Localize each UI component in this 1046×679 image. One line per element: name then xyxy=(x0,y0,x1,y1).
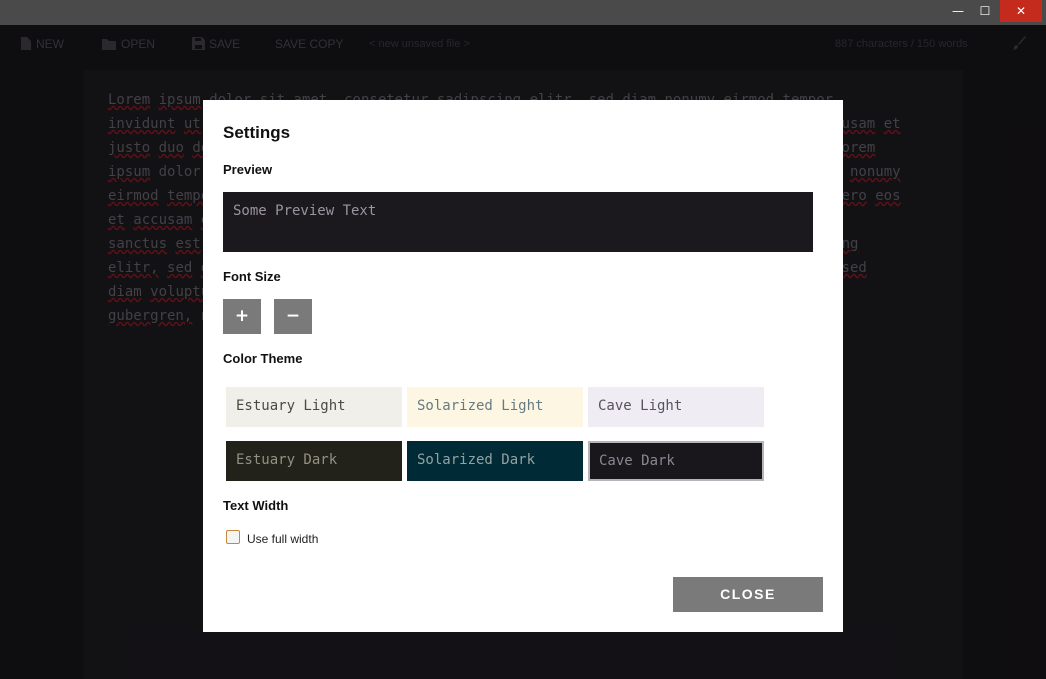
full-width-checkbox[interactable] xyxy=(226,530,240,544)
close-button[interactable]: CLOSE xyxy=(673,577,823,612)
window-close-button[interactable]: ✕ xyxy=(1000,0,1042,22)
text-width-label: Text Width xyxy=(223,498,289,513)
maximize-button[interactable]: ☐ xyxy=(971,0,999,22)
preview-box: Some Preview Text xyxy=(223,192,813,252)
font-size-label: Font Size xyxy=(223,269,281,284)
theme-option-cave-dark[interactable]: Cave Dark xyxy=(588,441,764,481)
theme-option-solarized-light[interactable]: Solarized Light xyxy=(407,387,583,427)
theme-option-cave-light[interactable]: Cave Light xyxy=(588,387,764,427)
settings-dialog: Settings Preview Some Preview Text Font … xyxy=(203,100,843,632)
font-size-decrease-button[interactable]: − xyxy=(274,299,312,334)
theme-option-estuary-light[interactable]: Estuary Light xyxy=(226,387,402,427)
preview-label: Preview xyxy=(223,162,273,177)
theme-option-estuary-dark[interactable]: Estuary Dark xyxy=(226,441,402,481)
full-width-label: Use full width xyxy=(247,532,319,546)
color-theme-label: Color Theme xyxy=(223,351,303,366)
minimize-button[interactable]: — xyxy=(944,0,972,22)
window-titlebar: — ☐ ✕ xyxy=(0,0,1046,25)
theme-option-solarized-dark[interactable]: Solarized Dark xyxy=(407,441,583,481)
dialog-title: Settings xyxy=(223,123,291,142)
font-size-increase-button[interactable]: + xyxy=(223,299,261,334)
